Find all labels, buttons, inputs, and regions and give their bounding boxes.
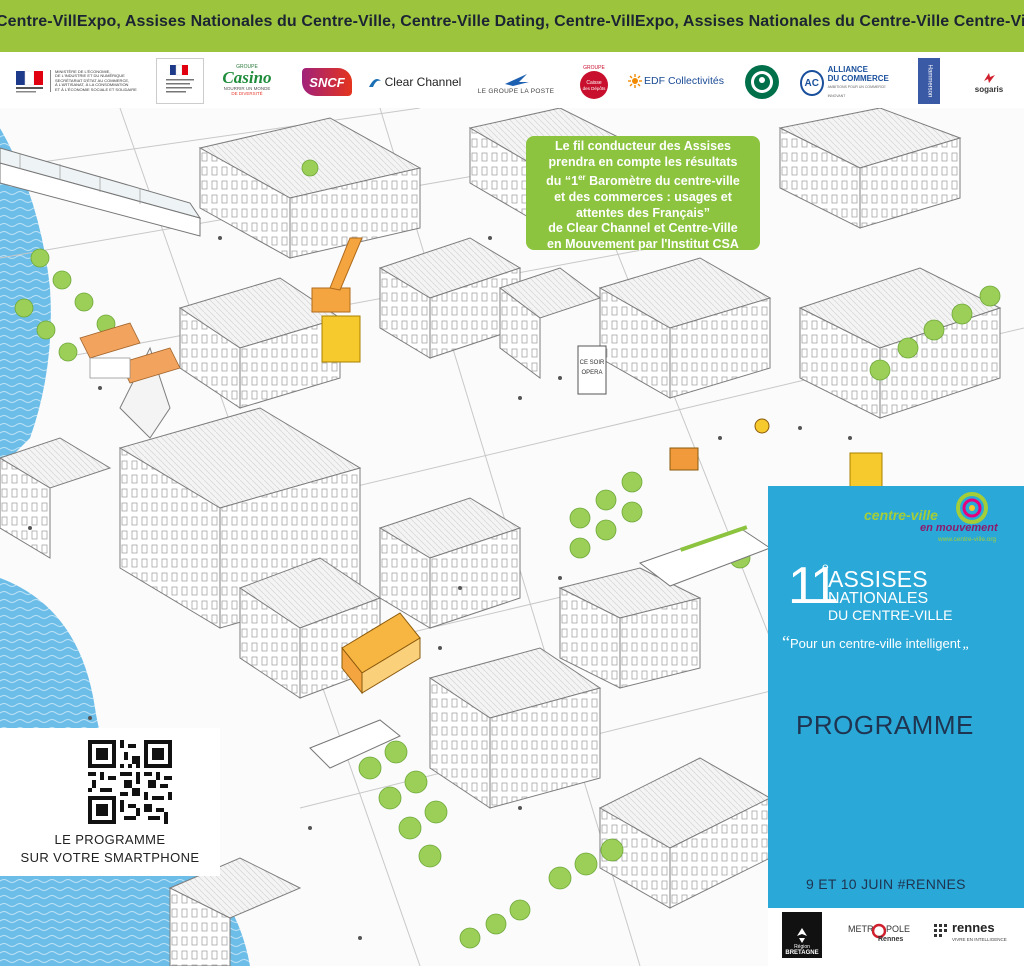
- rennes-grid-icon: [934, 924, 947, 937]
- sncf-text: SNCF: [309, 74, 345, 90]
- building: [378, 237, 522, 359]
- qr-caption-line1: LE PROGRAMME: [54, 832, 166, 847]
- callout-line: et des commerces : usages et: [554, 189, 732, 204]
- callout-line: prendra en compte les résultats: [548, 154, 738, 169]
- region-bretagne-logo: Région BRETAGNE: [782, 912, 822, 958]
- caisse-depots-logo: GROUPE Caisse des Dépôts: [574, 60, 614, 104]
- qr-caption-line2: SUR VOTRE SMARTPHONE: [20, 850, 200, 865]
- org-name: centre-ville: [864, 507, 938, 523]
- event-title-line3: DU CENTRE-VILLE: [828, 607, 953, 623]
- ministere-logo: MINISTÈRE DE L'ÉCONOMIE, DE L'INDUSTRIE …: [12, 66, 146, 96]
- edf-text: EDF Collectivités: [644, 75, 724, 87]
- building: [778, 108, 962, 229]
- rennes-metropole-logo: METR POLE Rennes: [848, 922, 918, 952]
- org-url: www.centre-ville.org: [938, 536, 997, 543]
- barometre-callout: Le fil conducteur des Assises prendra en…: [526, 136, 760, 251]
- sogaris-icon: [984, 72, 995, 83]
- callout-line: Le fil conducteur des Assises: [555, 139, 731, 153]
- scooter: [754, 418, 770, 434]
- edf-logo: EDF Collectivités: [626, 70, 726, 92]
- la-poste-logo: LE GROUPE LA POSTE: [470, 66, 562, 100]
- callout-sup: er: [578, 173, 586, 183]
- event-panel: centre-ville en mouvement www.centre-vil…: [768, 486, 1024, 908]
- callout-line: du “1er Baromètre du centre-ville: [530, 170, 756, 190]
- quote-open: “: [782, 632, 790, 652]
- ermine-icon: [797, 928, 807, 943]
- qr-code-icon: [88, 740, 172, 824]
- callout-line: de Clear Channel et Centre-Ville: [548, 221, 738, 236]
- callout-line: en Mouvement par l'Institut CSA: [547, 236, 739, 251]
- building: [428, 647, 602, 809]
- kiosk: [321, 315, 361, 363]
- building: [598, 257, 772, 399]
- host-logos: Région BRETAGNE METR POLE Rennes rennes …: [768, 908, 1024, 966]
- partner-logo-strip: MINISTÈRE DE L'ÉCONOMIE, DE L'INDUSTRIE …: [0, 52, 1024, 108]
- building: [378, 497, 522, 629]
- event-title-block: 11 e ASSISES NATIONALES DU CENTRE-VILLE: [782, 557, 1022, 632]
- rennes-logo: rennes VIVRE EN INTELLIGENCE: [934, 920, 1020, 952]
- top-banner: Centre-VillExpo, Assises Nationales du C…: [0, 0, 1024, 52]
- alliance-commerce-logo: AC ALLIANCE DU COMMERCE AMBITIONS POUR U…: [800, 65, 896, 100]
- sncf-logo: SNCF: [302, 68, 352, 96]
- callout-text: du “1: [546, 174, 579, 189]
- qr-code[interactable]: [88, 740, 172, 824]
- sogaris-logo: sogaris: [964, 66, 1014, 98]
- sogaris-text: sogaris: [974, 84, 1004, 94]
- callout-line: attentes des Français”: [575, 205, 711, 220]
- hammerson-text: Hammerson: [926, 64, 932, 98]
- market-stalls: [79, 322, 181, 384]
- metropole-text: POLE: [886, 924, 911, 934]
- centre-ville-logo: centre-ville en mouvement www.centre-vil…: [864, 492, 1020, 546]
- marianne-icon: [16, 70, 43, 93]
- centre-ville-swirl-icon: [956, 492, 988, 524]
- tram: [638, 525, 772, 587]
- alliance-text: ALLIANCE: [827, 65, 869, 74]
- market-hall: [598, 757, 772, 909]
- tagline-text: Pour un centre-ville intelligent: [790, 636, 961, 651]
- event-title-line1: ASSISES: [828, 566, 928, 592]
- casino-logo: GROUPE Casino NOURRIR UN MONDE DE DIVERS…: [214, 58, 280, 102]
- sign-text: CE SOIR: [580, 360, 605, 366]
- bus: [309, 719, 401, 769]
- casino-name: Casino: [222, 68, 272, 87]
- region-label: BRETAGNE: [785, 950, 819, 956]
- opera-sign: CE SOIR OPERA: [577, 345, 607, 395]
- callout-text: Baromètre du centre-ville: [585, 174, 740, 189]
- banner-text: Centre-VillExpo, Assises Nationales du C…: [0, 13, 1024, 30]
- cargo-bike: [669, 447, 699, 471]
- rennes-name: rennes: [952, 920, 995, 935]
- building: [558, 567, 702, 689]
- building: [198, 117, 422, 259]
- alliance-ac-icon: AC: [800, 70, 824, 96]
- rennes-tagline: VIVRE EN INTELLIGENCE: [952, 937, 1007, 942]
- event-title-line2: NATIONALES: [828, 590, 929, 607]
- programme-heading: PROGRAMME: [796, 710, 974, 740]
- cdc-emblem-icon: Caisse des Dépôts: [580, 71, 608, 99]
- starbucks-logo: [742, 62, 782, 102]
- marianne-icon: [166, 64, 194, 93]
- quote-close: „: [962, 637, 969, 652]
- sign-text: OPERA: [581, 370, 602, 376]
- clear-channel-text: Clear Channel: [384, 75, 462, 89]
- metropole-city: Rennes: [878, 936, 904, 943]
- qr-card: LE PROGRAMME SUR VOTRE SMARTPHONE: [0, 728, 220, 876]
- casino-tagline: DE DIVERSITÉ: [231, 91, 263, 96]
- starbucks-siren-icon: [745, 65, 779, 99]
- cdc-text: des Dépôts: [582, 85, 606, 91]
- alliance-tagline: AMBITIONS POUR UN COMMERCE INNOVANT: [827, 85, 886, 98]
- building: [0, 437, 112, 559]
- clear-channel-logo: Clear Channel: [366, 72, 462, 92]
- edf-sun-icon: [628, 74, 643, 88]
- event-tagline: “Pour un centre-ville intelligent „: [782, 632, 1022, 656]
- metropole-text: METR: [848, 924, 874, 934]
- official-logo: [156, 58, 204, 104]
- event-dates: 9 ET 10 JUIN #RENNES: [806, 876, 966, 892]
- hammerson-logo: Hammerson: [918, 58, 940, 104]
- clear-channel-icon: [368, 79, 381, 87]
- la-poste-text: LE GROUPE LA POSTE: [477, 87, 555, 95]
- org-name-2: en mouvement: [920, 522, 998, 534]
- ministere-line: ET À L'ÉCONOMIE SOCIALE ET SOLIDAIRE: [55, 86, 137, 92]
- la-poste-bird-icon: [505, 73, 529, 86]
- alliance-text: DU COMMERCE: [827, 74, 889, 83]
